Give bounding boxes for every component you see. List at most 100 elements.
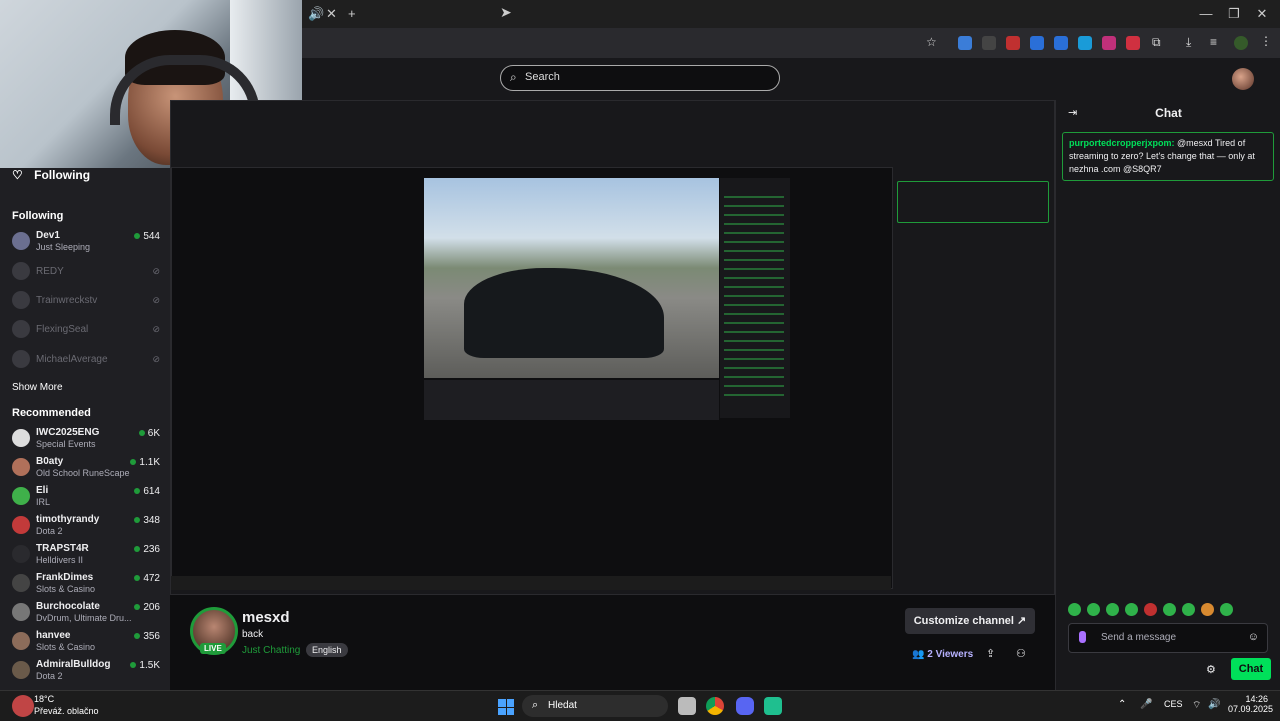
download-icon[interactable]: ⤓ <box>1186 35 1191 50</box>
sidebar-channel-b0aty[interactable]: B0aty Old School RuneScape 1.1K <box>12 454 162 482</box>
search-icon: ⌕ <box>532 699 539 711</box>
viewer-count: 206 <box>134 602 160 613</box>
avatar <box>12 487 30 505</box>
show-more-link[interactable]: Show More <box>12 382 63 393</box>
avatar <box>12 574 30 592</box>
viewers-icon: 👥 <box>912 649 925 660</box>
video-player[interactable] <box>170 100 1055 595</box>
stream-category[interactable]: Just Chatting <box>242 645 300 656</box>
emoji-icon[interactable]: ☺ <box>1248 631 1259 643</box>
sidebar-channel-dev1[interactable]: Dev1 Just Sleeping 544 <box>12 228 162 256</box>
minimize-icon[interactable]: — <box>1196 6 1216 21</box>
close-tab-icon[interactable]: ✕ <box>326 6 337 22</box>
sidebar-channel-trainwreckstv[interactable]: Trainwreckstv ⊘ <box>12 287 162 315</box>
sidebar-channel-trapst4r[interactable]: TRAPST4R Helldivers II 236 <box>12 541 162 569</box>
language-indicator[interactable]: CES <box>1164 699 1183 709</box>
customize-channel-button[interactable]: Customize channel ↗ <box>905 608 1035 634</box>
close-window-icon[interactable]: ✕ <box>1252 6 1272 22</box>
user-avatar[interactable] <box>1232 68 1254 90</box>
weather-condition: Převáž. oblačno <box>34 706 99 716</box>
chevron-up-icon[interactable]: ⌃ <box>1118 699 1126 710</box>
search-icon: ⌕ <box>510 70 517 84</box>
avatar <box>12 545 30 563</box>
emote-icon[interactable] <box>1125 603 1138 616</box>
emote-icon[interactable] <box>1144 603 1157 616</box>
avatar <box>12 320 30 338</box>
share-icon[interactable]: ⇪ <box>986 647 995 660</box>
gear-icon[interactable]: ⚙ <box>1206 663 1216 676</box>
extension-icon[interactable] <box>1030 36 1044 50</box>
emote-icon[interactable] <box>1068 603 1081 616</box>
chat-input[interactable]: Send a message ☺ <box>1068 623 1268 653</box>
mic-icon[interactable]: 🎤 <box>1140 699 1152 710</box>
weather-icon[interactable] <box>12 695 34 717</box>
browser-tab-bar: 🔊 ✕ + ➤ — ❐ ✕ <box>302 0 1280 28</box>
avatar <box>12 291 30 309</box>
chat-username[interactable]: purportedcropperjxpom: <box>1069 138 1175 148</box>
sidebar-channel-hanvee[interactable]: hanvee Slots & Casino 356 <box>12 628 162 656</box>
speaker-icon[interactable]: 🔊 <box>308 6 324 22</box>
emote-icon[interactable] <box>1201 603 1214 616</box>
viewer-count: 356 <box>134 631 160 642</box>
nested-chat <box>720 178 790 418</box>
nested-taskbar <box>171 576 891 590</box>
maximize-icon[interactable]: ❐ <box>1224 6 1244 22</box>
viewer-count: 1.1K <box>130 457 160 468</box>
live-badge: LIVE <box>200 643 226 654</box>
chat-send-button[interactable]: Chat <box>1231 658 1271 680</box>
chrome-icon[interactable] <box>706 697 724 715</box>
sidebar-channel-redy[interactable]: REDY ⊘ <box>12 258 162 286</box>
avatar <box>12 232 30 250</box>
viewer-count: 544 <box>134 231 160 242</box>
app-icon[interactable] <box>764 697 782 715</box>
extensions-puzzle-icon[interactable]: ⧉ <box>1152 35 1161 50</box>
collapse-chat-icon[interactable]: ⇥ <box>1068 106 1077 119</box>
emote-icon[interactable] <box>1163 603 1176 616</box>
heart-icon: ♡ <box>12 168 23 182</box>
volume-icon[interactable]: 🔊 <box>1208 699 1220 710</box>
sidebar-channel-timothyrandy[interactable]: timothyrandy Dota 2 348 <box>12 512 162 540</box>
emote-icon[interactable] <box>1106 603 1119 616</box>
media-icon[interactable]: ≡ <box>1210 35 1217 49</box>
new-tab-icon[interactable]: + <box>348 6 356 21</box>
menu-kebab-icon[interactable]: ⋮ <box>1260 34 1272 48</box>
emote-icon[interactable] <box>1220 603 1233 616</box>
sidebar-channel-burchocolate[interactable]: Burchocolate DvDrum, Ultimate Dru... 206 <box>12 599 162 627</box>
emote-icon[interactable] <box>1087 603 1100 616</box>
sidebar-channel-iwc2025eng[interactable]: IWC2025ENG Special Events 6K <box>12 425 162 453</box>
extension-icon[interactable] <box>1006 36 1020 50</box>
emote-icon[interactable] <box>1182 603 1195 616</box>
os-taskbar: 18°C Převáž. oblačno ⌕ Hledat ⌃ 🎤 CES ⌔ … <box>0 690 1280 721</box>
more-options-icon[interactable]: ⚇ <box>1016 647 1026 660</box>
file-explorer-icon[interactable] <box>678 697 696 715</box>
sidebar-channel-eli[interactable]: Eli IRL 614 <box>12 483 162 511</box>
sidebar-channel-flexingseal[interactable]: FlexingSeal ⊘ <box>12 316 162 344</box>
extension-icon[interactable] <box>1078 36 1092 50</box>
profile-icon[interactable] <box>1234 36 1248 50</box>
following-header[interactable]: ♡ Following <box>12 168 90 182</box>
extension-icon[interactable] <box>958 36 972 50</box>
mic-icon[interactable] <box>1079 631 1086 643</box>
video-scene <box>424 178 719 378</box>
extension-icon[interactable] <box>1054 36 1068 50</box>
extension-icon[interactable] <box>1102 36 1116 50</box>
search-input[interactable]: ⌕ Search <box>500 65 780 91</box>
discord-icon[interactable] <box>736 697 754 715</box>
language-tag[interactable]: English <box>306 643 348 657</box>
extension-icon[interactable] <box>1126 36 1140 50</box>
nested-chat-bar <box>424 380 719 420</box>
star-icon[interactable]: ☆ <box>926 35 937 49</box>
sidebar-channel-michaelaverage[interactable]: MichaelAverage ⊘ <box>12 346 162 374</box>
chat-header: Chat ⇥ <box>1068 106 1182 120</box>
sidebar-channel-admiralbulldog[interactable]: AdmiralBulldog Dota 2 1.5K <box>12 657 162 685</box>
start-button[interactable] <box>498 699 514 715</box>
extension-icon[interactable] <box>982 36 996 50</box>
external-link-icon: ↗ <box>1017 615 1027 627</box>
viewer-count: 348 <box>134 515 160 526</box>
chat-panel: Chat ⇥ purportedcropperjxpom: @mesxd Tir… <box>1055 100 1280 690</box>
taskbar-search[interactable]: ⌕ Hledat <box>522 695 668 717</box>
wifi-icon[interactable]: ⌔ <box>1192 699 1201 712</box>
sidebar-channel-frankdimes[interactable]: FrankDimes Slots & Casino 472 <box>12 570 162 598</box>
streamer-name[interactable]: mesxd <box>242 609 290 626</box>
clock[interactable]: 14:26 07.09.2025 <box>1228 694 1273 714</box>
